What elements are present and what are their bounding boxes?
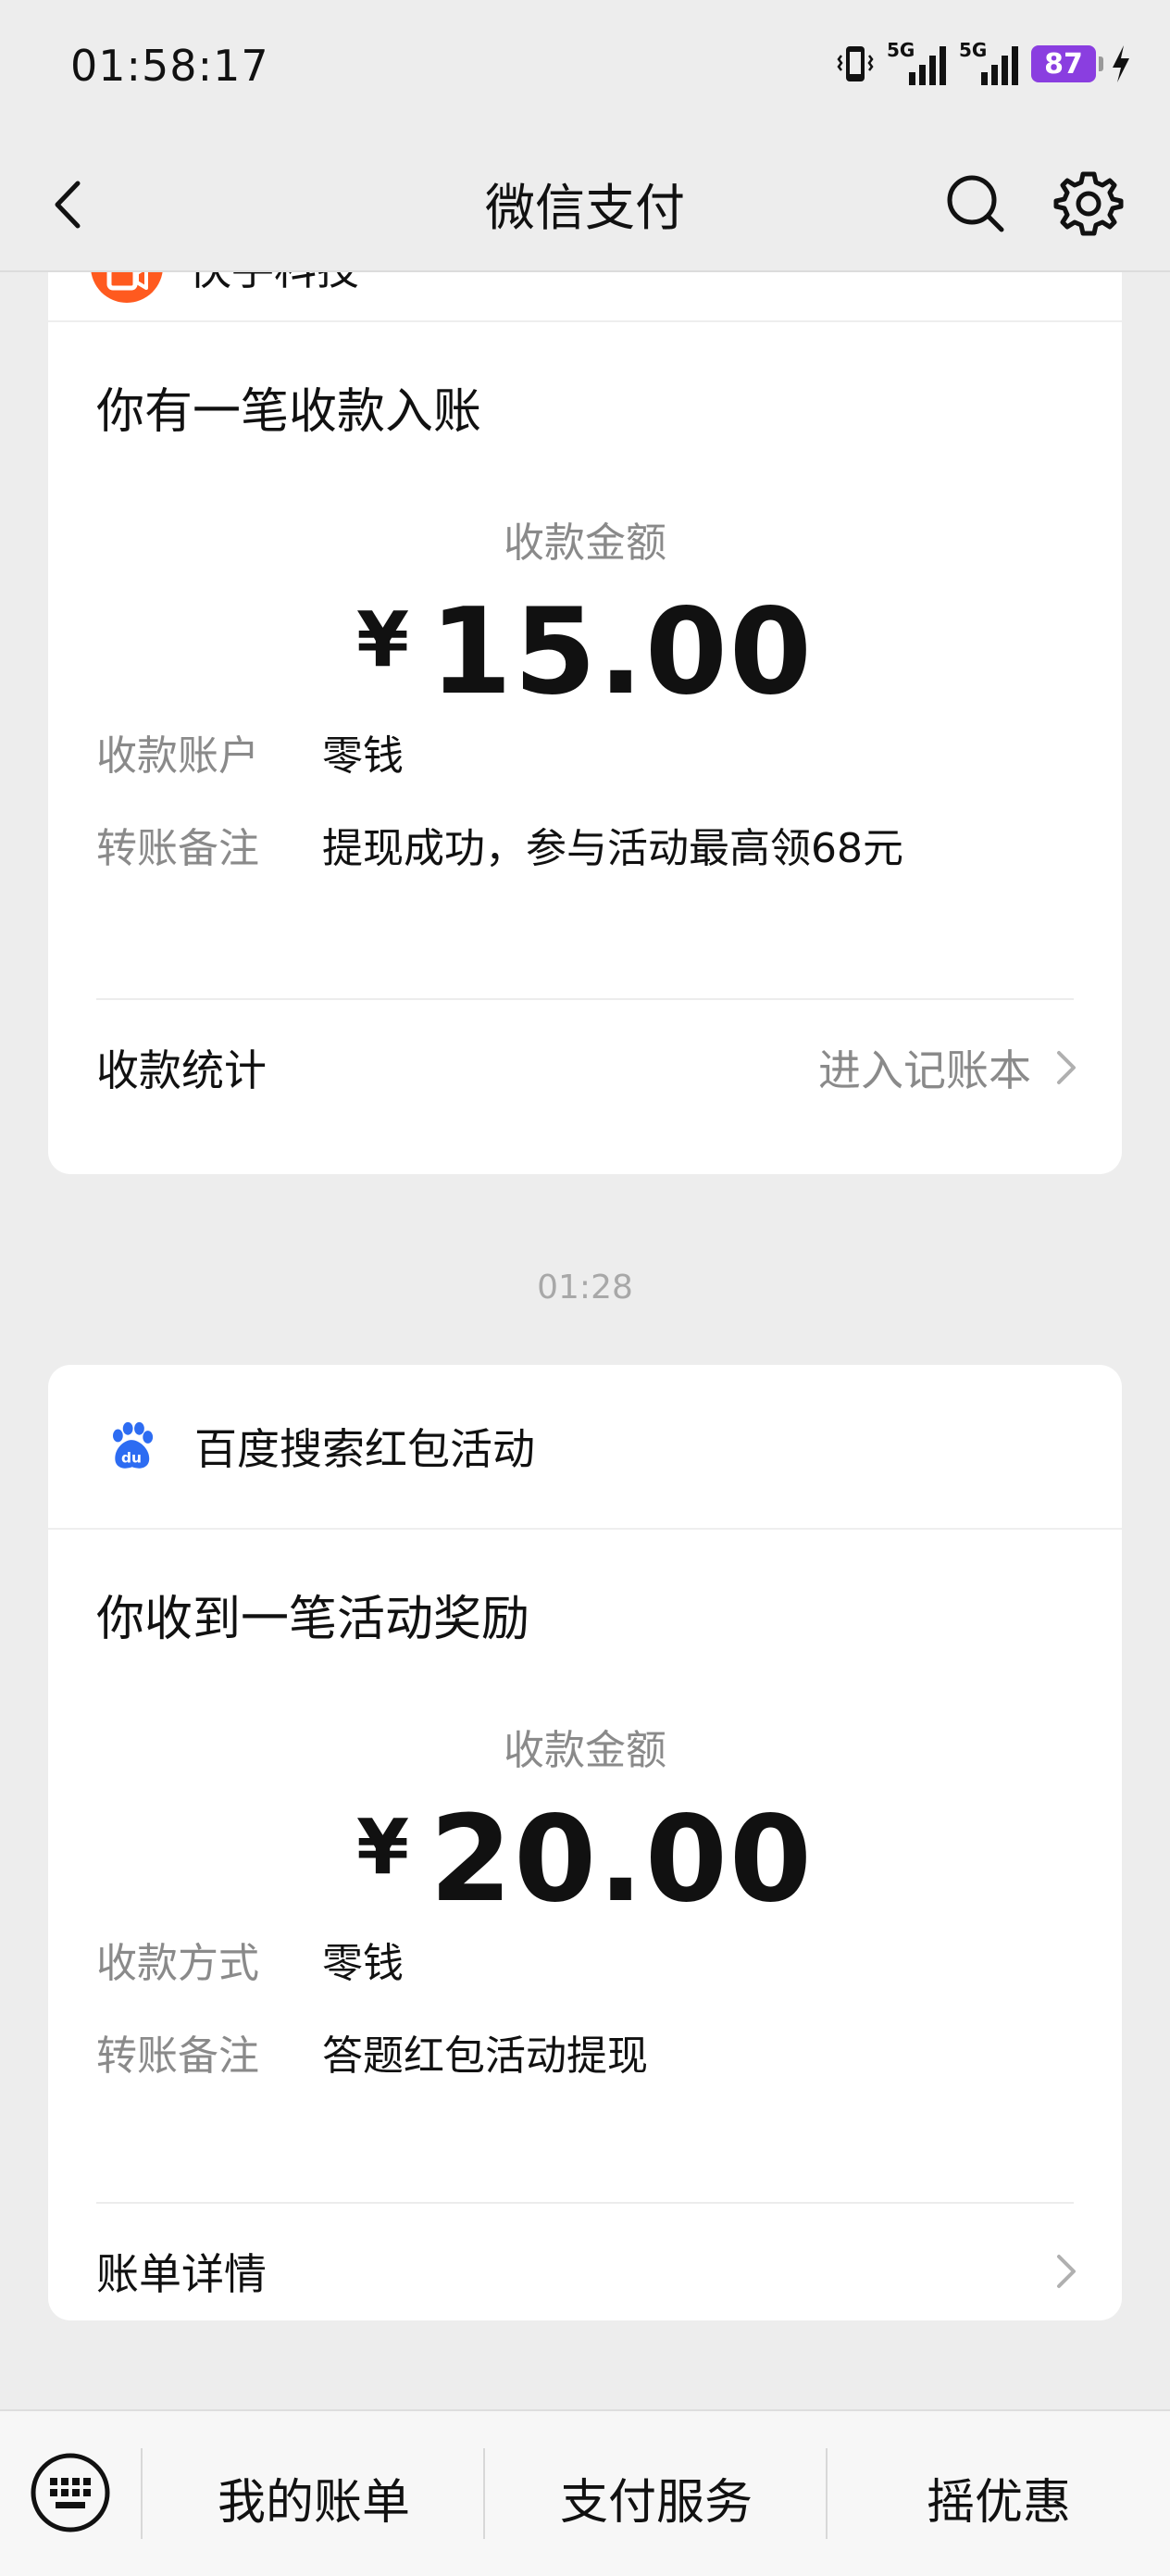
chevron-right-icon (1057, 2255, 1076, 2288)
bill-detail-link[interactable]: 账单详情 (96, 2241, 1079, 2302)
detail-key: 转账备注 (96, 825, 259, 872)
amount-value: ¥15.00 (48, 583, 1122, 721)
amount-label: 收款金额 (504, 519, 666, 567)
message-card-kuaishou: 快手科技 你有一笔收款入账 收款金额 ¥15.00 收款账户 零钱 转账备注 提… (48, 272, 1122, 1174)
detail-row-note: 转账备注 提现成功，参与活动最高领68元 (96, 815, 903, 874)
kuaishou-logo-icon (91, 272, 163, 303)
message-card-baidu: du 百度搜索红包活动 你收到一笔活动奖励 收款金额 ¥20.00 收款方式 零… (48, 1365, 1122, 2320)
chevron-right-icon (1057, 1051, 1076, 1084)
baidu-logo-icon: du (113, 1421, 154, 1469)
signal-2-icon: 5G (959, 39, 1018, 85)
footer-right-label: 进入记账本 (818, 1045, 1031, 1095)
vibrate-icon (837, 46, 874, 81)
divider (96, 2202, 1074, 2204)
card-header[interactable]: du 百度搜索红包活动 (48, 1365, 1122, 1530)
charging-bolt-icon (1113, 45, 1129, 82)
amount-value: ¥20.00 (48, 1791, 1122, 1929)
currency-symbol: ¥ (356, 1804, 412, 1893)
keyboard-icon[interactable] (28, 2450, 113, 2535)
merchant-name: 快手科技 (189, 272, 359, 297)
detail-value: 答题红包活动提现 (322, 2032, 648, 2080)
menu-my-bills[interactable]: 我的账单 (143, 2463, 485, 2532)
amount-number: 15.00 (429, 583, 814, 721)
battery-indicator: 87 (1031, 45, 1103, 82)
amount-label: 收款金额 (504, 1727, 666, 1774)
svg-text:du: du (121, 1450, 142, 1467)
amount-number: 20.00 (429, 1791, 814, 1929)
detail-row-account: 收款账户 零钱 (96, 722, 404, 782)
merchant-name: 百度搜索红包活动 (194, 1424, 535, 1474)
detail-row-method: 收款方式 零钱 (96, 1930, 404, 1989)
card-header[interactable]: 快手科技 (48, 272, 1122, 322)
detail-key: 收款账户 (96, 732, 259, 780)
ledger-link[interactable]: 收款统计 进入记账本 (96, 1037, 1079, 1098)
message-list[interactable]: 快手科技 你有一笔收款入账 收款金额 ¥15.00 收款账户 零钱 转账备注 提… (0, 272, 1170, 2407)
detail-key: 收款方式 (96, 1940, 259, 1987)
detail-value: 零钱 (322, 1940, 404, 1987)
card-title: 你收到一笔活动奖励 (96, 1592, 530, 1647)
status-bar: 01:58:17 5G 5G 87 (0, 0, 1170, 139)
bottom-menu-bar: 我的账单 支付服务 摇优惠 (0, 2409, 1170, 2576)
signal-1-icon: 5G (887, 39, 946, 85)
status-icons: 5G 5G 87 (837, 39, 1133, 85)
search-icon[interactable] (939, 167, 1013, 241)
nav-bar: 微信支付 (0, 139, 1170, 272)
detail-value: 零钱 (322, 732, 404, 780)
gear-icon[interactable] (1050, 165, 1127, 243)
detail-row-note: 转账备注 答题红包活动提现 (96, 2022, 648, 2082)
footer-left-label: 收款统计 (96, 1045, 267, 1095)
status-time: 01:58:17 (70, 41, 269, 91)
menu-payment-services[interactable]: 支付服务 (485, 2463, 828, 2532)
detail-key: 转账备注 (96, 2032, 259, 2080)
message-timestamp: 01:28 (537, 1269, 633, 1307)
detail-value: 提现成功，参与活动最高领68元 (322, 825, 903, 872)
card-title: 你有一笔收款入账 (96, 384, 482, 440)
footer-left-label: 账单详情 (96, 2249, 267, 2299)
currency-symbol: ¥ (356, 596, 412, 685)
menu-shake-offers[interactable]: 摇优惠 (828, 2463, 1170, 2532)
divider (96, 998, 1074, 1000)
